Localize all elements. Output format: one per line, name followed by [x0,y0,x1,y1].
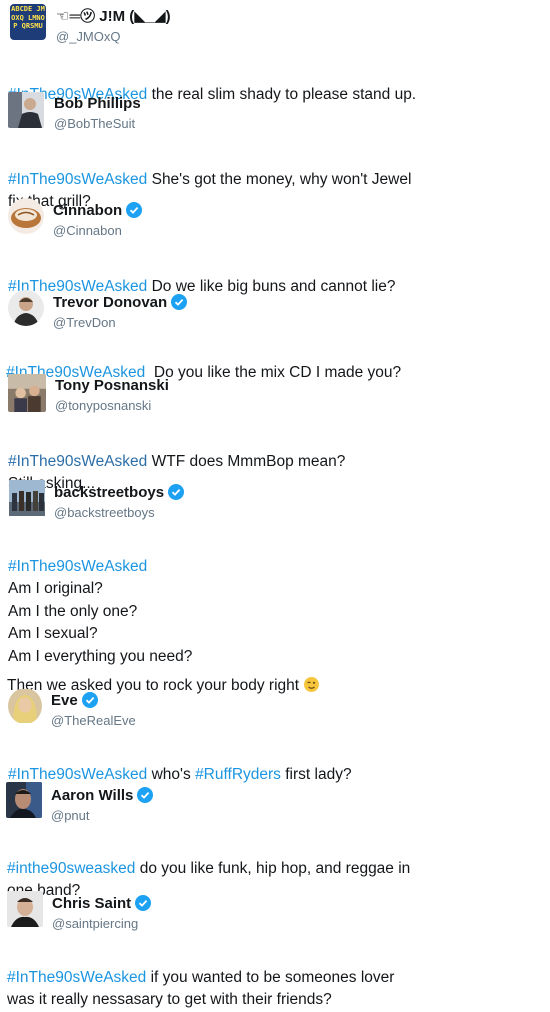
avatar[interactable] [8,290,44,326]
tweet-text-content: Do you like the mix CD I made you? [145,363,402,381]
display-name-text: Eve [51,691,78,709]
display-name-text: Trevor Donovan [53,293,168,311]
avatar[interactable] [7,891,43,927]
handle[interactable]: @BobTheSuit [54,117,141,130]
verified-badge-icon [171,294,188,310]
handle[interactable]: @saintpiercing [52,917,151,930]
avatar[interactable] [8,92,44,128]
avatar[interactable]: ABCDE JMOXQ LMNOP QRSMU [10,4,46,40]
display-name-text: backstreetboys [54,483,165,501]
handle[interactable]: @TrevDon [53,316,187,329]
verified-badge-icon [126,202,143,218]
display-name[interactable]: Eve [51,692,136,708]
handle[interactable]: @pnut [51,809,153,822]
tweet-text-content: who's [147,765,196,783]
display-name-text: Chris Saint [52,894,132,912]
hashtag-link[interactable]: #InThe90sWeAsked [8,558,147,575]
avatar[interactable] [8,198,44,234]
handle[interactable]: @backstreetboys [54,506,184,519]
display-name[interactable]: Trevor Donovan [53,293,188,311]
handle[interactable]: @_JMOxQ [56,30,171,43]
avatar-text: ABCDE JMOXQ LMNOP QRSMU [11,5,45,30]
display-name[interactable]: Aaron Wills [51,786,154,804]
hashtag-link[interactable]: #RuffRyders [195,766,281,783]
hashtag-link[interactable]: #InThe90sWeAsked [8,766,147,783]
avatar[interactable] [8,480,46,516]
tweet-text: #InThe90sWeAsked Am I original? Am I the… [8,533,192,669]
display-name[interactable]: Chris Saint [52,894,152,912]
tweet-text-content: first lady? [280,765,352,783]
hashtag-link[interactable]: #InThe90sWeAsked [8,453,147,470]
handle[interactable]: @TheRealEve [51,714,136,727]
display-name[interactable]: Cinnabon [53,201,143,219]
tweet-text-content: the real slim shady to please stand up. [147,85,417,103]
handle[interactable]: @tonyposnanski [55,399,169,412]
avatar[interactable] [6,782,42,818]
hashtag-link[interactable]: #InThe90sWeAsked [7,969,146,986]
avatar[interactable] [8,374,46,412]
display-name[interactable]: Bob Phillips [54,96,141,111]
winking-face-icon [304,676,320,692]
verified-badge-icon [168,484,185,500]
display-name[interactable]: ☜═㋡ J!M (◣_◢) [56,9,171,24]
display-name-text: Cinnabon [53,201,123,219]
handle[interactable]: @Cinnabon [53,224,142,237]
tweet-text: #InThe90sWeAsked who's #RuffRyders first… [8,741,352,786]
verified-badge-icon [135,895,152,911]
verified-badge-icon [81,692,98,708]
display-name[interactable]: Tony Posnanski [55,378,169,393]
display-name-text: Aaron Wills [51,786,134,804]
avatar[interactable] [8,688,42,724]
hashtag-link[interactable]: #inthe90sweasked [7,860,135,877]
tweet-text: #InThe90sWeAsked if you wanted to be som… [7,944,394,1012]
display-name[interactable]: backstreetboys [54,483,185,501]
verified-badge-icon [137,787,154,803]
hashtag-link[interactable]: #InThe90sWeAsked [8,171,147,188]
